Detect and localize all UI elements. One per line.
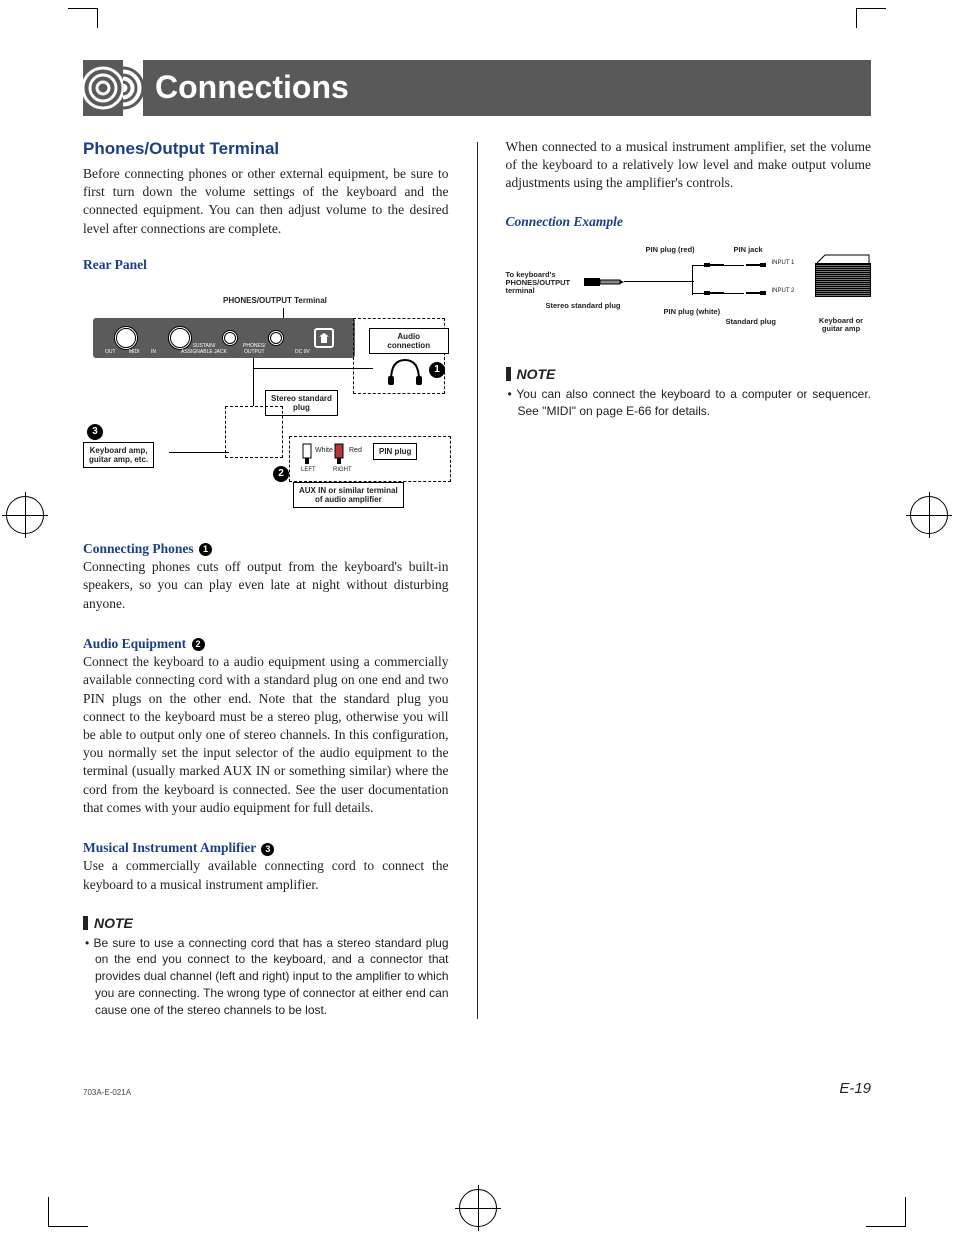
connecting-phones-heading: Connecting Phones 1 <box>83 540 449 558</box>
kb-amp-label: Keyboard amp, guitar amp, etc. <box>83 442 154 468</box>
amplifier-body: Use a commercially available connecting … <box>83 857 449 893</box>
pin-red-label: PIN plug (red) <box>646 245 695 255</box>
headphones-icon <box>387 356 423 386</box>
std-plug-label: Standard plug <box>726 317 776 327</box>
page-number: E-19 <box>839 1079 871 1099</box>
note-heading: NOTE <box>506 365 872 384</box>
amp-label: Keyboard or guitar amp <box>811 317 871 334</box>
pin-plug-label: PIN plug <box>373 443 417 460</box>
column-separator <box>477 142 478 1019</box>
plug-icon <box>704 290 726 296</box>
footer-code: 703A-E-021A <box>83 1088 131 1099</box>
pin-jack-icon <box>744 290 766 296</box>
rear-panel-heading: Rear Panel <box>83 256 449 274</box>
crop-mark <box>905 1197 906 1227</box>
crop-mark <box>48 1226 88 1227</box>
to-keyboard-label: To keyboard's PHONES/OUTPUT terminal <box>506 271 571 296</box>
right-column: When connected to a musical instrument a… <box>506 138 872 1019</box>
section-title: Phones/Output Terminal <box>83 138 449 161</box>
page-title: Connections <box>143 60 871 116</box>
connection-example-heading: Connection Example <box>506 213 872 231</box>
amplifier-heading: Musical Instrument Amplifier 3 <box>83 839 449 857</box>
terminal-label: PHONES/OUTPUT Terminal <box>223 296 327 307</box>
rear-panel-diagram: PHONES/OUTPUT Terminal OUT MIDI IN SUSTA… <box>83 288 449 518</box>
audio-connection-label: Audio connection <box>369 328 449 354</box>
plug-icon <box>704 262 726 268</box>
note-heading: NOTE <box>83 914 449 933</box>
connecting-phones-body: Connecting phones cuts off output from t… <box>83 558 449 613</box>
note-body: • You can also connect the keyboard to a… <box>506 386 872 420</box>
audio-equipment-body: Connect the keyboard to a audio equipmen… <box>83 653 449 817</box>
aux-label: AUX IN or similar terminal of audio ampl… <box>293 482 404 508</box>
callout-3: 3 <box>87 424 103 440</box>
callout-1: 1 <box>429 362 445 378</box>
audio-equipment-heading: Audio Equipment 2 <box>83 635 449 653</box>
intro-text: Before connecting phones or other extern… <box>83 165 449 238</box>
registration-mark-left <box>6 496 44 534</box>
right-intro: When connected to a musical instrument a… <box>506 138 872 193</box>
registration-mark-bottom <box>459 1189 497 1227</box>
page: Connections Phones/Output Terminal Befor… <box>83 0 871 1149</box>
left-column: Phones/Output Terminal Before connecting… <box>83 138 449 1019</box>
title-icon <box>83 60 143 116</box>
connection-example-diagram: To keyboard's PHONES/OUTPUT terminal PIN… <box>506 245 872 345</box>
crop-mark <box>866 1226 906 1227</box>
pin-jack-label: PIN jack <box>734 245 763 255</box>
registration-mark-right <box>910 496 948 534</box>
pin-jack-icon <box>744 262 766 268</box>
amp-icon <box>815 253 871 297</box>
title-band: Connections <box>83 60 871 116</box>
crop-mark <box>48 1197 49 1227</box>
rear-panel-graphic: OUT MIDI IN SUSTAIN/ ASSIGNABLE JACK PHO… <box>93 318 355 358</box>
stereo-plug-icon <box>584 275 624 289</box>
note-body: • Be sure to use a connecting cord that … <box>83 935 449 1019</box>
callout-2: 2 <box>273 466 289 482</box>
stereo-std-label: Stereo standard plug <box>546 301 621 311</box>
pin-white-label: PIN plug (white) <box>664 307 721 317</box>
footer: 703A-E-021A E-19 <box>83 1079 871 1099</box>
